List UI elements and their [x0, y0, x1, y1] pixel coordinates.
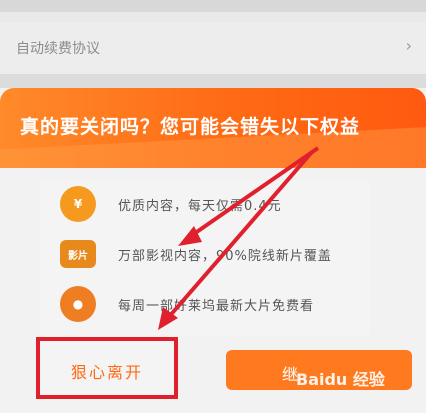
annotation-arrows [158, 146, 320, 330]
annotation-arrow-line-upper [186, 146, 320, 240]
dialog-title: 真的要关闭吗？您可能会错失以下权益 [20, 116, 361, 138]
